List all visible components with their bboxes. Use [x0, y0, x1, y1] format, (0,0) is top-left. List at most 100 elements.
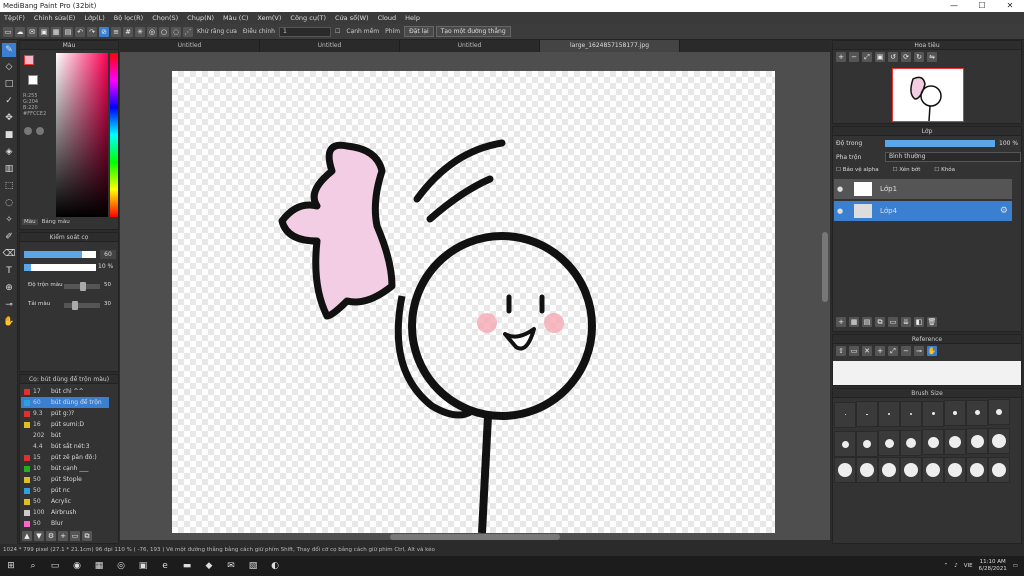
- tab-untitled-2[interactable]: Untitled: [260, 40, 400, 52]
- rect-tool-icon[interactable]: □: [2, 77, 16, 91]
- brush-size-preset[interactable]: [988, 457, 1010, 483]
- bucket-tool-icon[interactable]: ◈: [2, 145, 16, 159]
- color-mode-icon[interactable]: [36, 127, 44, 135]
- save-icon[interactable]: ▣: [39, 26, 49, 37]
- brush-list-item[interactable]: 50 Blur: [21, 518, 109, 529]
- menu-help[interactable]: Help: [405, 14, 420, 22]
- brush-up-icon[interactable]: ▲: [22, 531, 32, 541]
- clock-time[interactable]: 11:10 AM: [979, 559, 1007, 566]
- brush-list-item[interactable]: 100 Airbrush: [21, 507, 109, 518]
- brush-tool-icon[interactable]: ✎: [2, 43, 16, 57]
- menu-color[interactable]: Màu (C): [223, 14, 248, 22]
- menu-view[interactable]: Xem(V): [257, 14, 281, 22]
- brush-size-preset[interactable]: [922, 400, 944, 427]
- brush-size-preset[interactable]: [988, 399, 1010, 425]
- search-icon[interactable]: ⌕: [24, 559, 42, 573]
- move-tool-icon[interactable]: ✥: [2, 111, 16, 125]
- check-tool-icon[interactable]: ✓: [2, 94, 16, 108]
- brush-size-preset[interactable]: [856, 401, 878, 428]
- secondary-color-swatch[interactable]: [28, 75, 38, 85]
- brush-size-preset[interactable]: [988, 427, 1010, 454]
- reload-slider[interactable]: [64, 301, 100, 310]
- brush-size-preset[interactable]: [900, 457, 922, 483]
- layer-row-1[interactable]: ● Lớp1: [834, 179, 1012, 199]
- brush-list-item[interactable]: 60 bút dùng để trộn: [21, 397, 109, 408]
- brush-settings-icon[interactable]: ⚙: [46, 531, 56, 541]
- undo-icon[interactable]: ↶: [75, 26, 85, 37]
- close-button[interactable]: ✕: [996, 0, 1024, 12]
- brush-list-item[interactable]: 50 pút Stople: [21, 474, 109, 485]
- brush-size-preset[interactable]: [966, 399, 988, 426]
- eyedropper-tool-icon[interactable]: ⊸: [2, 298, 16, 312]
- medibang-icon[interactable]: ◐: [266, 559, 284, 573]
- menu-file[interactable]: Tệp(F): [4, 14, 25, 22]
- brush-size-preset[interactable]: [944, 457, 966, 483]
- cloud-icon[interactable]: ☁: [15, 26, 25, 37]
- ref-folder-icon[interactable]: ▭: [849, 346, 859, 356]
- visibility-icon[interactable]: ●: [834, 207, 846, 215]
- magic-wand-tool-icon[interactable]: ✧: [2, 213, 16, 227]
- brush-size-bar[interactable]: [24, 251, 96, 258]
- zoom-in-icon[interactable]: +: [836, 52, 846, 62]
- brush-size-preset[interactable]: [834, 431, 856, 457]
- ref-close-icon[interactable]: ✕: [862, 346, 872, 356]
- redo-icon[interactable]: ↷: [87, 26, 97, 37]
- snap-cross-icon[interactable]: #: [123, 26, 133, 37]
- antialias-icon[interactable]: ⋰: [183, 26, 193, 37]
- brush-list-item[interactable]: 50 Acrylic: [21, 496, 109, 507]
- store-icon[interactable]: ▣: [134, 559, 152, 573]
- windows-start-icon[interactable]: ⊞: [2, 559, 20, 573]
- snap-curve-icon[interactable]: ◌: [171, 26, 181, 37]
- tab-untitled-1[interactable]: Untitled: [120, 40, 260, 52]
- saturation-value-picker[interactable]: [56, 53, 108, 217]
- brush-size-value[interactable]: 60: [100, 250, 116, 259]
- text-tool-icon[interactable]: T: [2, 264, 16, 278]
- brush-size-preset[interactable]: [878, 401, 900, 427]
- brush-size-preset[interactable]: [878, 430, 900, 456]
- brush-add-icon[interactable]: +: [58, 531, 68, 541]
- brush-list-item[interactable]: 202 bút: [21, 430, 109, 441]
- brush-list-item[interactable]: 9.3 pút g:)?: [21, 408, 109, 419]
- brush-size-preset[interactable]: [834, 401, 856, 428]
- protect-alpha-checkbox[interactable]: ☐ Bảo vệ alpha: [836, 167, 879, 173]
- soft-edge-checkbox[interactable]: ☐: [335, 28, 340, 35]
- canvas-vscroll[interactable]: [822, 232, 828, 302]
- brush-folder-icon[interactable]: ▭: [70, 531, 80, 541]
- brush-size-preset[interactable]: [944, 400, 966, 426]
- lasso-tool-icon[interactable]: ◌: [2, 196, 16, 210]
- new-layer-icon[interactable]: +: [836, 317, 846, 327]
- adjust-select[interactable]: 1: [278, 26, 331, 37]
- explorer-icon[interactable]: ▬: [178, 559, 196, 573]
- menu-window[interactable]: Cửa sổ(W): [335, 14, 369, 22]
- divide-tool-icon[interactable]: ⊕: [2, 281, 16, 295]
- canvas-hscroll[interactable]: [390, 534, 560, 540]
- brush-size-preset[interactable]: [856, 430, 878, 457]
- brush-list-item[interactable]: 50 pút nc: [21, 485, 109, 496]
- tab-untitled-3[interactable]: Untitled: [400, 40, 540, 52]
- app-icon[interactable]: ▦: [90, 559, 108, 573]
- fit-icon[interactable]: ⤢: [862, 52, 872, 62]
- brush-size-preset[interactable]: [834, 457, 856, 483]
- brush-list-item[interactable]: 16 pút sumi:D: [21, 419, 109, 430]
- menu-layer[interactable]: Lớp(L): [84, 14, 104, 22]
- flip-icon[interactable]: ⇋: [927, 52, 937, 62]
- menu-tools[interactable]: Công cụ(T): [290, 14, 326, 22]
- clip-checkbox[interactable]: ☐ Xén bớt: [893, 167, 921, 173]
- grid-icon[interactable]: ▦: [51, 26, 61, 37]
- menu-cloud[interactable]: Cloud: [378, 14, 397, 22]
- brush-list-item[interactable]: 15 pút zê păn đô:): [21, 452, 109, 463]
- photos-icon[interactable]: ▧: [244, 559, 262, 573]
- brush-size-preset[interactable]: [966, 457, 988, 483]
- volume-icon[interactable]: ♪: [954, 563, 958, 569]
- reset-button[interactable]: Đặt lại: [404, 26, 434, 37]
- app2-icon[interactable]: ◆: [200, 559, 218, 573]
- select-pen-tool-icon[interactable]: ✐: [2, 230, 16, 244]
- select-eraser-tool-icon[interactable]: ⌫: [2, 247, 16, 261]
- minimize-button[interactable]: —: [940, 0, 968, 12]
- tab-color[interactable]: Màu: [22, 219, 38, 225]
- brush-size-preset[interactable]: [900, 400, 922, 427]
- visibility-icon[interactable]: ●: [834, 185, 846, 193]
- ref-zoom-out-icon[interactable]: −: [901, 346, 911, 356]
- snap-vanish-icon[interactable]: ✳: [135, 26, 145, 37]
- layer-row-2[interactable]: ● Lớp4 ⚙: [834, 201, 1012, 221]
